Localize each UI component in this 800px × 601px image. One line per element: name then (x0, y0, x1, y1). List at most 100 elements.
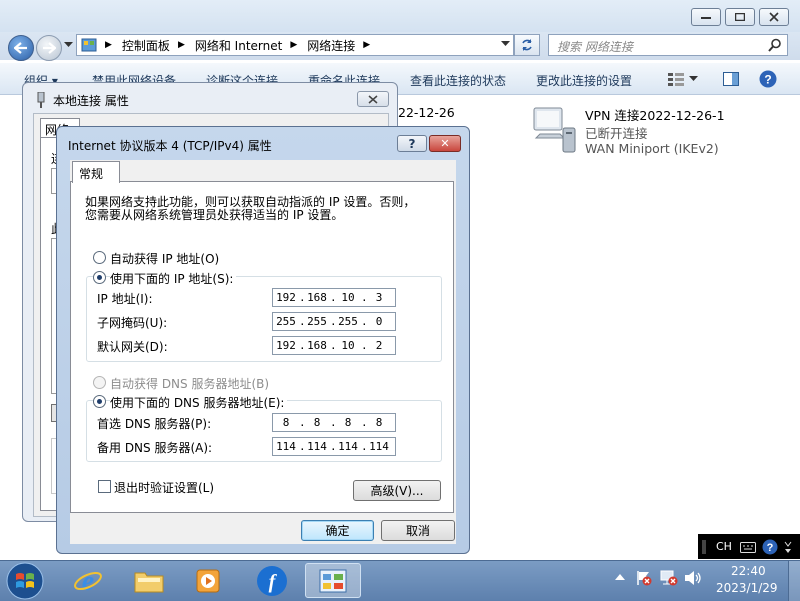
octet: 114 (369, 440, 389, 453)
refresh-icon (522, 39, 532, 51)
language-bar: CH ? (698, 534, 800, 559)
recent-pages-dropdown[interactable] (64, 42, 73, 48)
back-dialog-close-button[interactable] (357, 91, 389, 107)
vpn-connection-item[interactable] (530, 104, 582, 156)
octet: 255 (276, 315, 296, 328)
alternate-dns-label: 备用 DNS 服务器(A): (97, 441, 213, 455)
validate-checkbox[interactable] (98, 480, 111, 493)
forward-arrow-icon (43, 42, 56, 54)
flash-icon: f (257, 565, 287, 596)
change-view-button[interactable] (668, 72, 698, 86)
search-button[interactable] (768, 38, 782, 52)
keyboard-icon[interactable] (739, 541, 756, 553)
dialog-title: 本地连接 属性 (53, 94, 129, 108)
vpn-connection-name[interactable]: VPN 连接2022-12-26-1 (585, 105, 725, 124)
ok-button[interactable]: 确定 (301, 520, 374, 541)
tab-general[interactable]: 常规 (72, 161, 120, 183)
language-indicator[interactable]: CH (716, 540, 732, 553)
change-settings-command[interactable]: 更改此连接的设置 (536, 72, 632, 89)
close-icon (769, 12, 779, 22)
octet: 10 (341, 339, 355, 352)
breadcrumb-control-panel[interactable]: 控制面板 (122, 37, 170, 54)
alternate-dns-field[interactable]: 114. 114. 114. 114 (272, 437, 396, 456)
gateway-label: 默认网关(D): (97, 340, 168, 354)
taskbar-control-panel[interactable] (305, 563, 361, 598)
chevron-down-icon (501, 41, 510, 46)
show-desktop-button[interactable] (788, 561, 800, 601)
control-panel-icon (81, 38, 97, 52)
taskbar-media-player[interactable] (181, 563, 237, 598)
search-input[interactable]: 搜索 网络连接 (548, 34, 788, 56)
gateway-field[interactable]: 192. 168. 10. 2 (272, 336, 396, 355)
octet: 8 (313, 416, 321, 429)
advanced-button[interactable]: 高级(V)... (353, 480, 441, 501)
back-arrow-icon (14, 42, 27, 54)
vpn-connection-device: WAN Miniport (IKEv2) (585, 141, 719, 156)
ip-auto-radio[interactable] (93, 251, 106, 264)
taskbar-flash[interactable]: f (244, 563, 300, 598)
help-icon: ? (408, 136, 416, 151)
chevron-up-icon (615, 574, 625, 580)
clock-date[interactable]: 2023/1/29 (716, 581, 778, 595)
taskbar-internet-explorer[interactable]: e (60, 563, 116, 598)
octet: 8 (344, 416, 352, 429)
taskbar-file-explorer[interactable] (121, 563, 177, 598)
chevron-down-icon (64, 42, 73, 47)
folder-icon (134, 572, 164, 592)
chevron-right-icon: ▶ (290, 40, 298, 50)
cancel-button[interactable]: 取消 (381, 520, 455, 541)
svg-text:?: ? (767, 542, 774, 554)
volume-tray-icon[interactable] (684, 570, 702, 586)
view-status-command[interactable]: 查看此连接的状态 (410, 72, 506, 89)
octet: 192 (276, 339, 296, 352)
octet: 255 (338, 315, 358, 328)
dns-auto-radio[interactable] (93, 376, 106, 389)
octet: 192 (276, 291, 296, 304)
ip-manual-radio[interactable] (93, 271, 106, 284)
media-player-icon (196, 569, 220, 592)
preferred-dns-field[interactable]: 8. 8. 8. 8 (272, 413, 396, 432)
action-center-tray-icon[interactable] (636, 570, 652, 586)
octet: 2 (375, 339, 383, 352)
search-icon (768, 38, 781, 52)
explorer-titlebar (0, 0, 800, 32)
ip-manual-label: 使用下面的 IP 地址(S): (110, 270, 237, 287)
close-window-button[interactable] (759, 8, 789, 26)
help-icon: ? (759, 70, 777, 88)
taskbar (0, 560, 800, 601)
octet: 8 (375, 416, 383, 429)
show-hidden-icons-button[interactable] (615, 573, 625, 581)
maximize-button[interactable] (725, 8, 755, 26)
start-button[interactable] (4, 560, 46, 601)
dns-auto-label: 自动获得 DNS 服务器地址(B) (110, 377, 270, 391)
description-text: 您需要从网络系统管理员处获得适当的 IP 设置。 (85, 208, 344, 222)
dns-manual-radio[interactable] (93, 395, 106, 408)
forward-button[interactable] (36, 35, 62, 61)
breadcrumb-network-internet[interactable]: 网络和 Internet (195, 37, 282, 54)
control-panel-icon (319, 569, 347, 592)
preview-pane-button[interactable] (723, 72, 739, 86)
subnet-mask-field[interactable]: 255. 255. 255. 0 (272, 312, 396, 331)
network-adapter-icon (37, 92, 45, 108)
language-bar-options-icon[interactable] (784, 540, 792, 554)
network-tray-icon[interactable] (660, 570, 678, 586)
close-button[interactable]: ✕ (429, 135, 461, 152)
octet: 114 (276, 440, 296, 453)
refresh-button[interactable] (514, 34, 540, 56)
clock-time[interactable]: 22:40 (731, 564, 766, 578)
back-button[interactable] (8, 35, 34, 61)
help-icon[interactable]: ? (762, 539, 778, 555)
speaker-icon (685, 571, 701, 585)
octet: 114 (307, 440, 327, 453)
help-button[interactable]: ? (759, 70, 777, 88)
grip-icon (702, 539, 706, 554)
breadcrumb-network-connections[interactable]: 网络连接 (307, 37, 355, 54)
ip-auto-label: 自动获得 IP 地址(O) (110, 252, 220, 266)
help-button[interactable]: ? (397, 135, 427, 152)
chevron-down-icon (689, 76, 698, 81)
ip-address-field[interactable]: 192. 168. 10. 3 (272, 288, 396, 307)
minimize-button[interactable] (691, 8, 721, 26)
address-bar[interactable]: ▶ 控制面板 ▶ 网络和 Internet ▶ 网络连接 ▶ (76, 34, 514, 56)
address-dropdown-button[interactable] (501, 41, 510, 47)
preview-pane-icon (723, 72, 739, 86)
